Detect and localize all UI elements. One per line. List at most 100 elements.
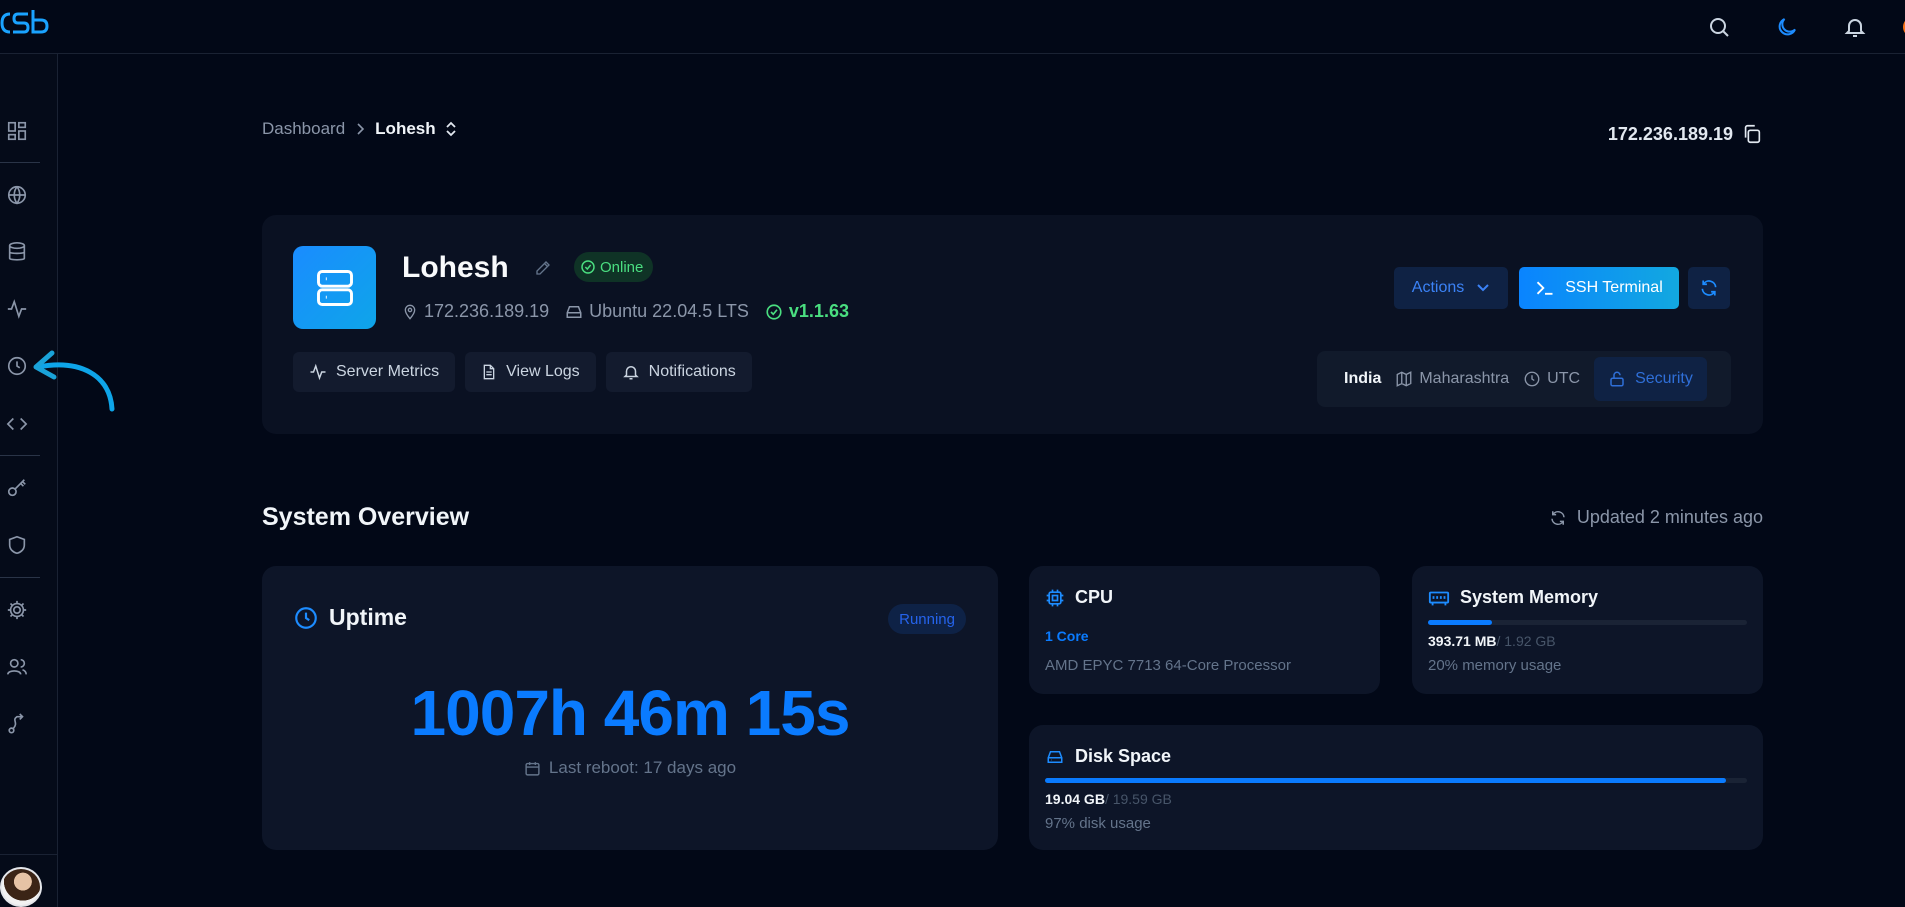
disk-total: / 19.59 GB [1104,791,1172,807]
hard-drive-icon [1047,750,1063,763]
sidebar-divider [0,854,57,855]
activity-icon[interactable] [0,289,34,329]
server-metrics-label: Server Metrics [336,363,440,380]
clock-icon [295,606,317,629]
pencil-edit-icon[interactable] [534,259,552,277]
status-text: Online [600,258,644,276]
server-metrics-button[interactable]: Server Metrics [293,352,456,392]
view-logs-button[interactable]: View Logs [465,352,596,392]
ssh-terminal-button[interactable]: SSH Terminal [1519,267,1679,309]
security-button[interactable]: Security [1594,357,1707,401]
notifications-button[interactable]: Notifications [605,352,752,392]
server-icon [293,246,376,329]
refresh-icon [1701,280,1717,296]
memory-total: / 1.92 GB [1496,633,1556,649]
location-country: India [1344,370,1382,387]
refresh-icon [1551,510,1565,525]
running-badge: Running [888,604,966,634]
file-text-icon [483,364,495,380]
memory-progress-fill [1428,620,1492,625]
cpu-card: CPU 1 Core AMD EPYC 7713 64-Core Process… [1029,566,1380,694]
breadcrumb-current: Lohesh [375,119,436,138]
activity-icon [310,363,326,381]
security-label: Security [1635,370,1693,387]
globe-icon[interactable] [0,175,34,215]
cpu-title: CPU [1075,587,1114,607]
server-name: Lohesh [402,251,509,284]
calendar-icon [525,761,540,776]
last-reboot: Last reboot: 17 days ago [262,758,998,778]
sidebar-divider [0,455,40,456]
chevron-up-down-icon[interactable] [444,120,458,138]
actions-dropdown-button[interactable]: Actions [1394,267,1508,309]
bell-icon[interactable] [1837,9,1873,45]
database-icon[interactable] [0,232,34,272]
last-reboot-text: Last reboot: 17 days ago [548,758,737,777]
code-icon[interactable] [0,404,34,444]
notifications-label: Notifications [648,363,736,380]
updated-status: Updated 2 minutes ago [1549,507,1763,528]
disk-progress-bar [1045,778,1747,783]
actions-label: Actions [1411,279,1465,296]
ssh-terminal-label: SSH Terminal [1565,279,1663,296]
memory-title: System Memory [1460,587,1599,607]
breadcrumb: Dashboard Lohesh [262,119,458,139]
location-timezone: UTC [1547,370,1581,387]
hard-drive-icon [566,305,582,318]
cpu-chip-icon [1046,589,1064,606]
bell-icon [622,366,639,380]
shield-icon[interactable] [0,525,34,565]
dashboard-grid-icon[interactable] [0,111,34,151]
quick-links: Server Metrics View Logs Notifications [293,352,752,392]
check-circle-icon [766,303,782,320]
status-badge: Online [574,252,654,282]
uptime-title: Uptime [329,604,407,630]
memory-progress-bar [1428,620,1747,625]
server-os: Ubuntu 22.04.5 LTS [589,301,749,321]
top-bar [0,0,1905,54]
chevron-right-icon [355,122,365,136]
breadcrumb-dashboard-link[interactable]: Dashboard [262,119,345,139]
lock-icon [1610,371,1624,387]
server-ip-header: 172.236.189.19 [1608,123,1763,145]
sidebar-divider [0,577,40,578]
server-meta: 172.236.189.19 Ubuntu 22.04.5 LTS v1.1.6… [402,301,865,322]
memory-usage-text: 20% memory usage [1428,657,1562,674]
copy-icon[interactable] [1741,123,1763,145]
uptime-value: 1007h 46m 15s [410,677,851,749]
section-title: System Overview [262,503,470,531]
clock-icon [1524,371,1540,387]
clock-icon[interactable] [0,346,34,386]
cpu-cores: 1 Core [1045,628,1089,644]
memory-card: System Memory 393.71 MB/ 1.92 GB 20% mem… [1412,566,1763,694]
check-circle-icon [581,260,595,274]
key-icon[interactable] [0,468,34,508]
refresh-button[interactable] [1688,267,1730,309]
disk-title: Disk Space [1075,746,1172,766]
disk-progress-fill [1045,778,1726,783]
search-icon[interactable] [1701,9,1737,45]
location-region: Maharashtra [1419,370,1510,387]
route-icon[interactable] [0,704,34,744]
agent-version: v1.1.63 [788,301,849,321]
server-ip: 172.236.189.19 [424,301,550,321]
user-avatar[interactable] [0,867,42,907]
ip-address-text: 172.236.189.19 [1607,123,1733,144]
disk-card: Disk Space 19.04 GB/ 19.59 GB 97% disk u… [1029,725,1763,850]
updated-text: Updated 2 minutes ago [1576,507,1763,527]
user-menu-icon[interactable] [1895,9,1905,45]
sidebar [0,54,58,907]
sidebar-divider [0,162,40,163]
memory-icon [1428,591,1450,605]
app-logo[interactable] [0,8,50,38]
disk-used: 19.04 GB [1045,791,1105,807]
memory-usage-values: 393.71 MB/ 1.92 GB [1428,633,1556,649]
users-icon[interactable] [0,647,34,687]
location-bar: India Maharashtra UTC Security [1317,351,1731,407]
cpu-model: AMD EPYC 7713 64-Core Processor [1045,657,1291,674]
map-icon [1396,371,1412,387]
theme-moon-icon[interactable] [1769,9,1805,45]
gear-icon[interactable] [0,590,34,630]
disk-usage-values: 19.04 GB/ 19.59 GB [1045,791,1172,807]
map-pin-icon [404,304,416,320]
